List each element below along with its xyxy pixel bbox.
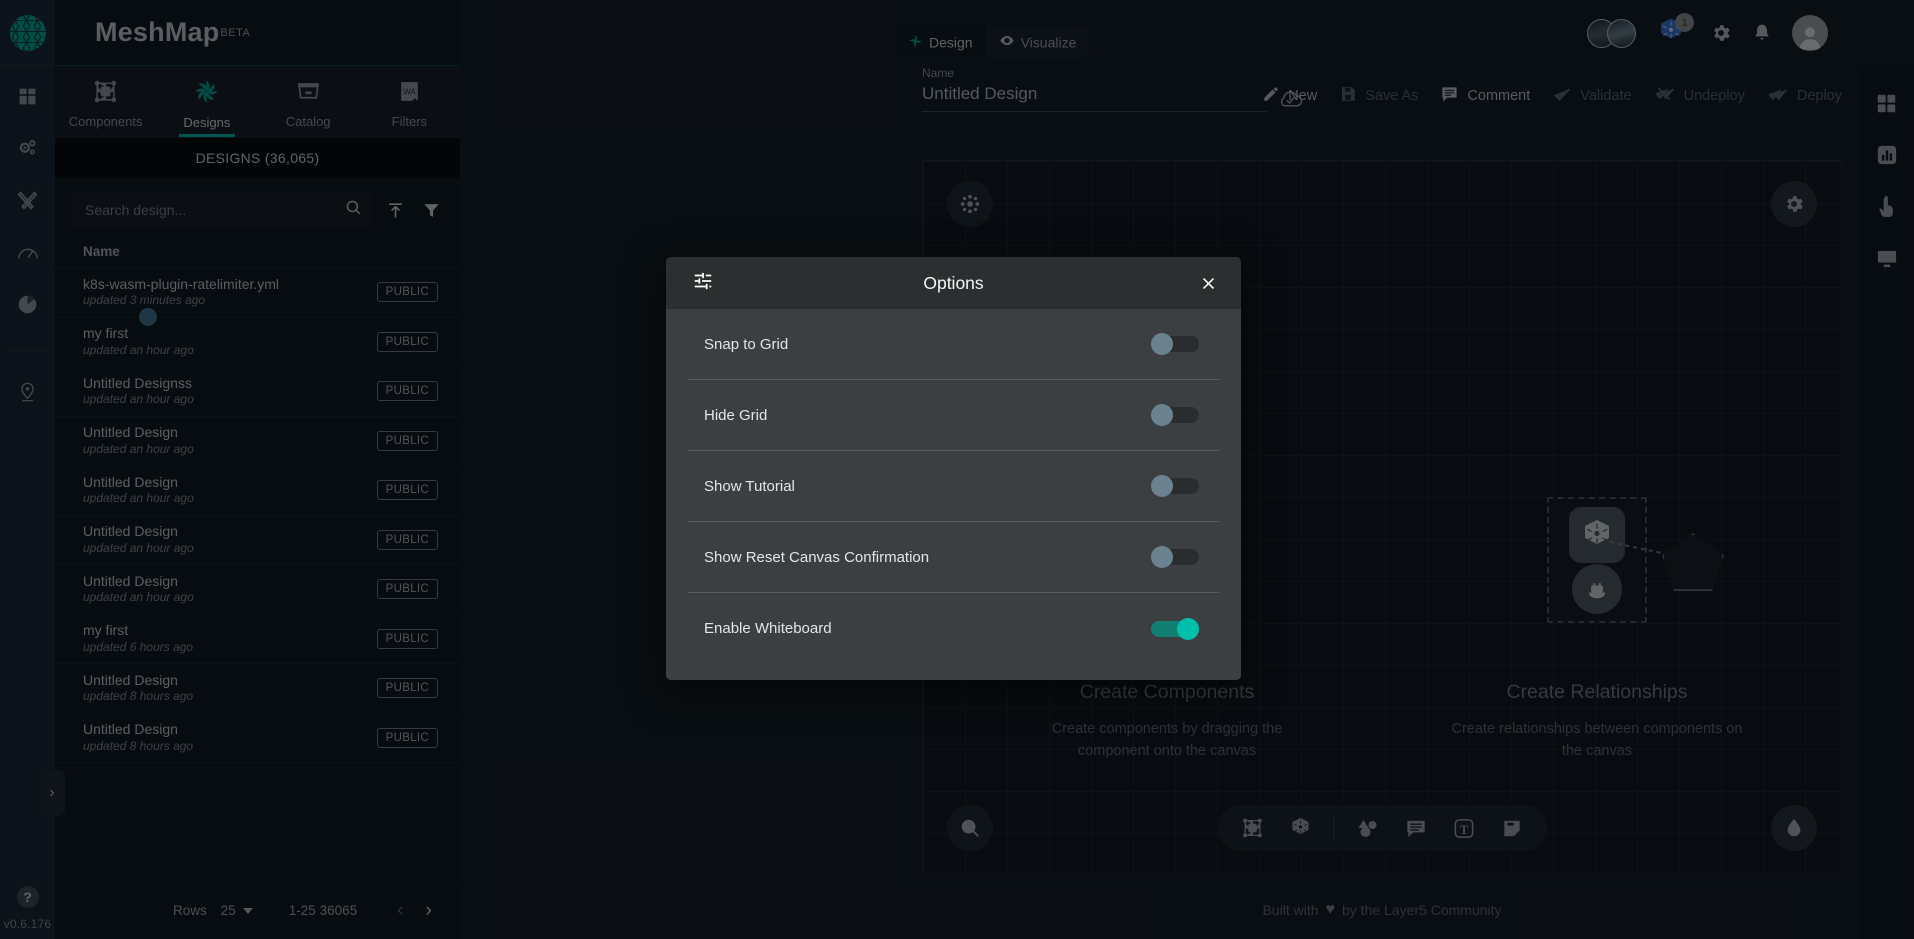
toggle-knob xyxy=(1151,546,1173,568)
option-label: Show Tutorial xyxy=(704,478,795,495)
option-snap-to-grid: Snap to Grid xyxy=(688,309,1219,380)
modal-footer xyxy=(666,664,1241,680)
option-label: Snap to Grid xyxy=(704,336,788,353)
option-label: Hide Grid xyxy=(704,407,767,424)
option-enable-whiteboard: Enable Whiteboard xyxy=(688,593,1219,664)
modal-body: Snap to Grid Hide Grid Show Tutorial xyxy=(666,309,1241,664)
option-label: Enable Whiteboard xyxy=(704,620,832,637)
tune-icon xyxy=(692,270,714,297)
toggle-knob xyxy=(1177,618,1199,640)
option-label: Show Reset Canvas Confirmation xyxy=(704,549,929,566)
toggle-knob xyxy=(1151,475,1173,497)
snap-to-grid-toggle[interactable] xyxy=(1151,334,1201,354)
toggle-knob xyxy=(1151,333,1173,355)
options-modal: Options Snap to Grid Hide Grid xyxy=(666,257,1241,680)
option-show-reset-canvas-confirmation: Show Reset Canvas Confirmation xyxy=(688,522,1219,593)
show-tutorial-toggle[interactable] xyxy=(1151,476,1201,496)
option-show-tutorial: Show Tutorial xyxy=(688,451,1219,522)
toggle-knob xyxy=(1151,404,1173,426)
enable-whiteboard-toggle[interactable] xyxy=(1151,619,1201,639)
modal-header: Options xyxy=(666,257,1241,309)
show-reset-canvas-confirmation-toggle[interactable] xyxy=(1151,547,1201,567)
hide-grid-toggle[interactable] xyxy=(1151,405,1201,425)
modal-title: Options xyxy=(666,273,1241,294)
close-icon[interactable] xyxy=(1193,268,1223,298)
app-root: ? v0.6.176 MeshMap BETA Components Desig… xyxy=(0,0,1914,939)
option-hide-grid: Hide Grid xyxy=(688,380,1219,451)
